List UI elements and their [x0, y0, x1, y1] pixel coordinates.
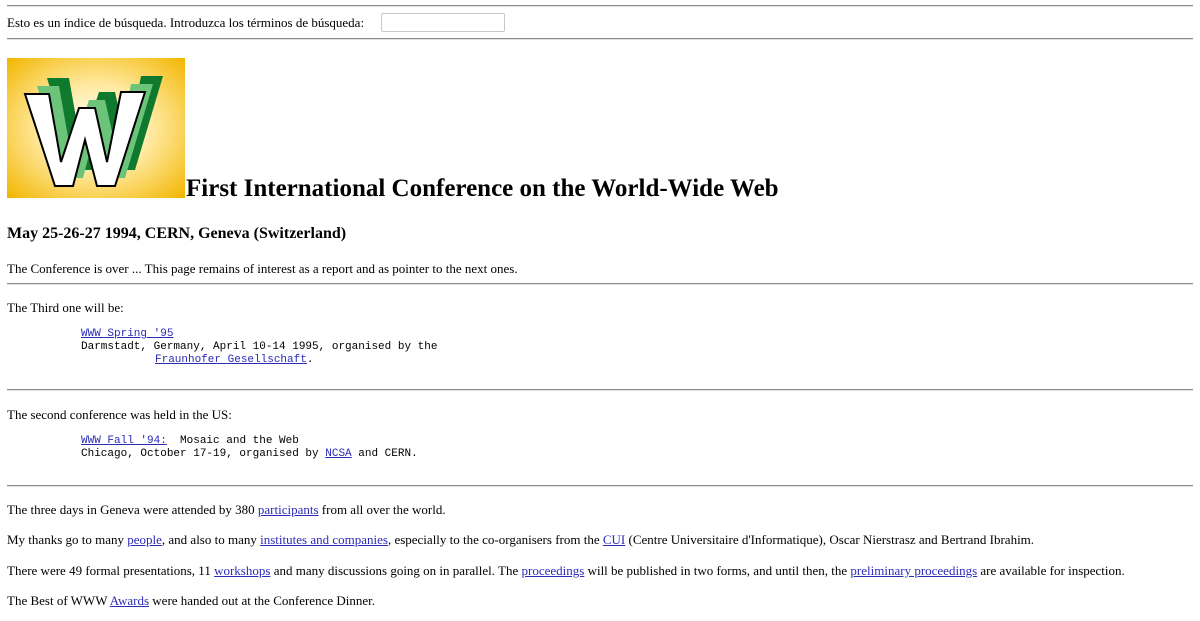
thanks-text-2: , and also to many [161, 532, 261, 547]
divider-3 [7, 485, 1193, 487]
second-details-text: Chicago, October 17-19, organised by [81, 448, 326, 460]
participants-link[interactable]: participants [258, 502, 319, 517]
workshops-link[interactable]: workshops [214, 563, 270, 578]
second-title-text: Mosaic and the Web [166, 435, 299, 447]
awards-text-end: were handed out at the Conference Dinner… [149, 593, 375, 608]
third-period: . [306, 354, 314, 366]
top-divider [7, 5, 1193, 7]
www-logo-icon [7, 58, 185, 198]
thanks-text: My thanks go to many [7, 532, 128, 547]
attendance-text-end: from all over the world. [318, 502, 446, 517]
second-details-end: and CERN. [351, 448, 418, 460]
institutes-link[interactable]: institutes and companies [260, 532, 388, 547]
awards-text: The Best of WWW [7, 593, 110, 608]
cui-link[interactable]: CUI [603, 532, 625, 547]
third-lead-text: The Third one will be: [7, 300, 124, 315]
awards-paragraph: The Best of WWW Awards were handed out a… [7, 593, 375, 609]
divider-1 [7, 283, 1193, 285]
search-label: Esto es un índice de búsqueda. Introduzc… [7, 15, 365, 30]
conference-date-heading: May 25-26-27 1994, CERN, Geneva (Switzer… [7, 225, 347, 242]
attendance-paragraph: The three days in Geneva were attended b… [7, 502, 446, 518]
intro-text: The Conference is over ... This page rem… [7, 261, 518, 276]
thanks-text-3: , especially to the co-organisers from t… [387, 532, 603, 547]
thanks-paragraph: My thanks go to many people, and also to… [7, 532, 1034, 548]
preliminary-proceedings-link[interactable]: preliminary proceedings [850, 563, 977, 578]
search-input[interactable] [381, 13, 505, 32]
awards-link[interactable]: Awards [110, 593, 149, 608]
page-title: First International Conference on the Wo… [186, 175, 779, 202]
divider-2 [7, 389, 1193, 391]
second-conference-block: WWW Fall '94: Mosaic and the Web Chicago… [81, 435, 418, 461]
presentations-text: There were 49 formal presentations, 11 [7, 563, 215, 578]
presentations-paragraph: There were 49 formal presentations, 11 w… [7, 563, 1125, 579]
presentations-text-4: are available for inspection. [977, 563, 1125, 578]
presentations-text-2: and many discussions going on in paralle… [270, 563, 522, 578]
third-details-text: Darmstadt, Germany, April 10-14 1995, or… [81, 341, 438, 353]
presentations-text-3: will be published in two forms, and unti… [584, 563, 851, 578]
second-lead-text: The second conference was held in the US… [7, 407, 232, 422]
people-link[interactable]: people [127, 532, 162, 547]
ncsa-link[interactable]: NCSA [325, 448, 351, 460]
proceedings-link[interactable]: proceedings [522, 563, 585, 578]
search-divider [7, 38, 1193, 40]
fraunhofer-link[interactable]: Fraunhofer Gesellschaft [155, 354, 307, 366]
www-fall-94-link[interactable]: WWW Fall '94: [81, 435, 167, 447]
attendance-text: The three days in Geneva were attended b… [7, 502, 258, 517]
www-spring-95-link[interactable]: WWW Spring '95 [81, 328, 173, 340]
thanks-text-4: (Centre Universitaire d'Informatique), O… [625, 532, 1035, 547]
third-conference-block: WWW Spring '95 Darmstadt, Germany, April… [81, 328, 437, 367]
